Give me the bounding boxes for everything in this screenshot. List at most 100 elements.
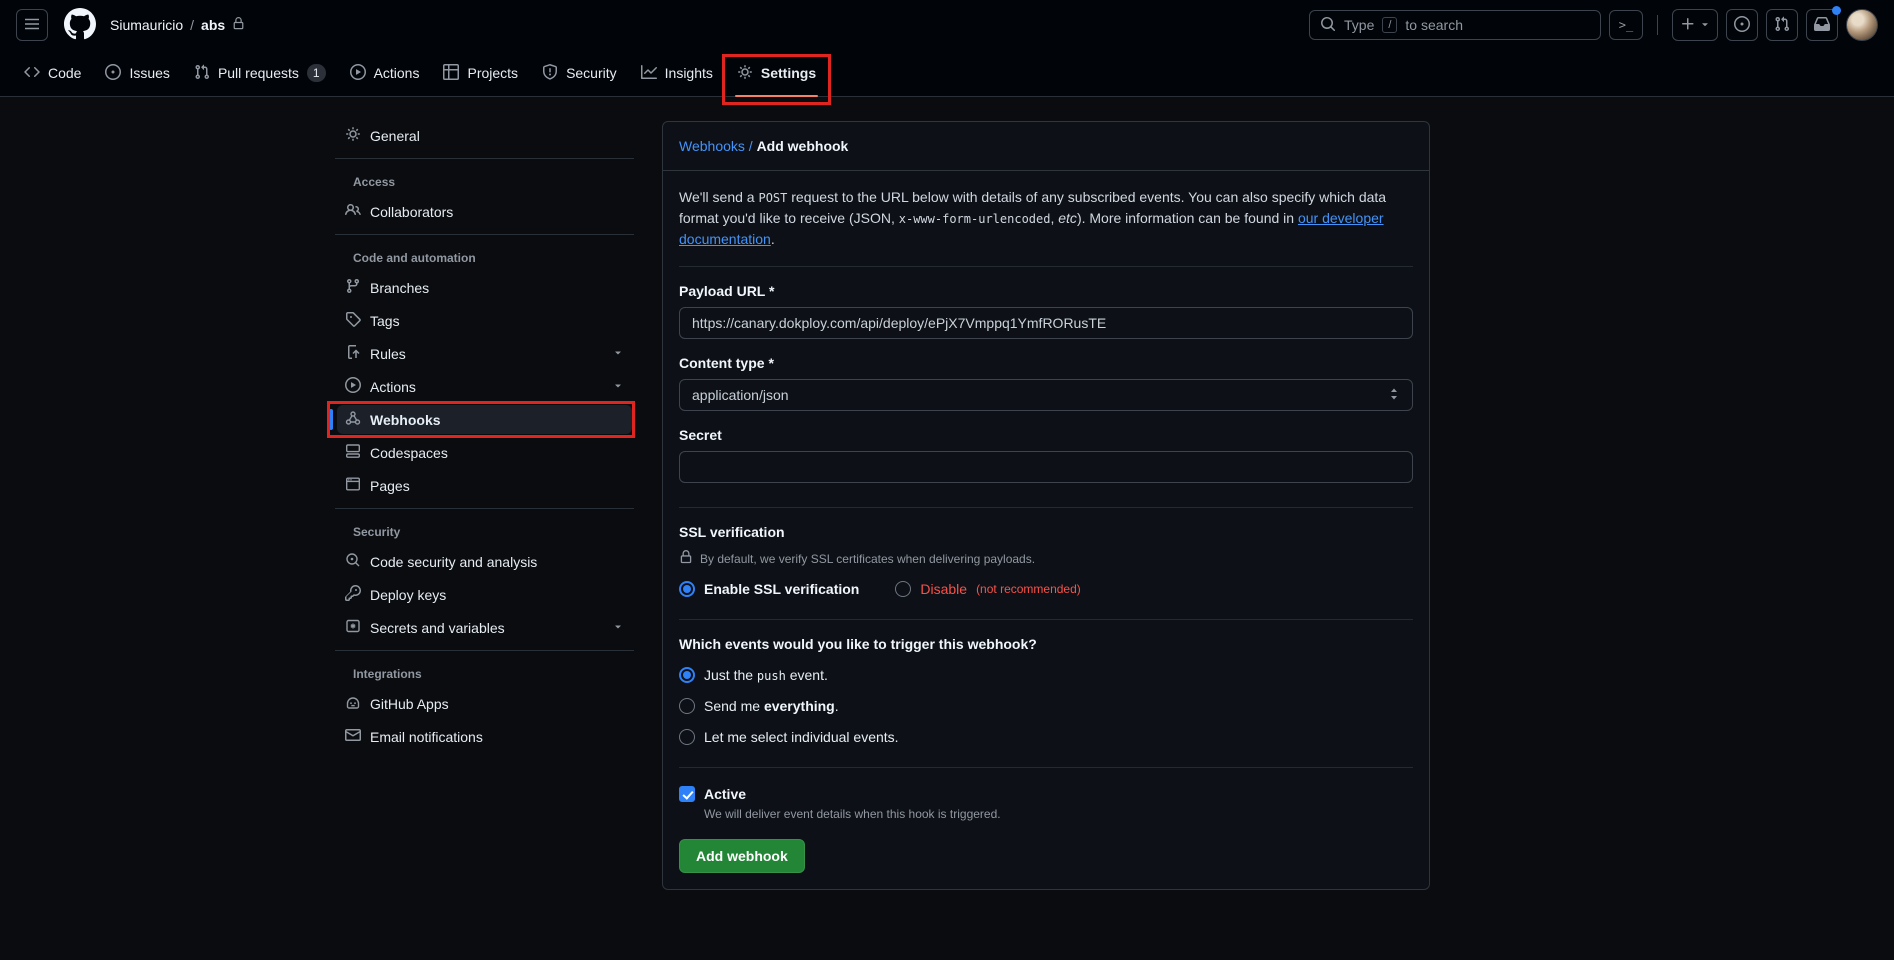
form-divider [679, 507, 1413, 508]
payload-url-label: Payload URL * [679, 283, 1413, 299]
codespaces-icon [345, 443, 361, 462]
breadcrumb-owner-link[interactable]: Siumauricio [110, 17, 183, 33]
sidebar-item-label: Branches [370, 280, 429, 296]
topbar-divider [1657, 15, 1658, 35]
hamburger-button[interactable] [16, 9, 48, 41]
search-placeholder-post: to search [1405, 17, 1463, 33]
sidebar-item-label: Rules [370, 346, 406, 362]
sidebar-item-email-notifications[interactable]: Email notifications [337, 722, 632, 751]
ssl-disable-label: Disable [920, 581, 967, 597]
avatar[interactable] [1846, 9, 1878, 41]
play-circle-icon [345, 377, 361, 396]
tab-label: Issues [129, 65, 169, 81]
gear-icon [345, 126, 361, 145]
tab-security[interactable]: Security [534, 50, 625, 96]
sidebar-item-webhooks[interactable]: Webhooks [337, 405, 632, 434]
tab-actions[interactable]: Actions [342, 50, 428, 96]
webhook-icon [345, 410, 361, 429]
tab-label: Actions [374, 65, 420, 81]
ssl-disable-radio[interactable] [895, 581, 911, 597]
ssl-note: By default, we verify SSL certificates w… [679, 550, 1413, 567]
sidebar-item-codespaces[interactable]: Codespaces [337, 438, 632, 467]
command-palette-button[interactable]: >_ [1609, 10, 1643, 40]
content-type-select[interactable]: application/json [679, 379, 1413, 411]
event-push-radio[interactable] [679, 667, 695, 683]
active-checkbox[interactable] [679, 786, 695, 802]
tab-issues[interactable]: Issues [97, 50, 177, 96]
slash-key-hint: / [1382, 17, 1397, 33]
intro-text: ). More information can be found in [1077, 210, 1298, 226]
mail-icon [345, 727, 361, 746]
secret-input[interactable] [679, 451, 1413, 483]
terminal-icon: >_ [1619, 18, 1633, 32]
add-webhook-form: We'll send a POST request to the URL bel… [663, 187, 1429, 889]
form-divider [679, 767, 1413, 768]
event-push-post: event. [786, 667, 828, 683]
intro-code-urlencoded: x-www-form-urlencoded [899, 212, 1051, 226]
sidebar-item-github-apps[interactable]: GitHub Apps [337, 689, 632, 718]
payload-url-input[interactable] [679, 307, 1413, 339]
form-divider [679, 266, 1413, 267]
github-logo-link[interactable] [64, 8, 96, 43]
sidebar-item-code-security[interactable]: Code security and analysis [337, 547, 632, 576]
square-asterisk-icon [345, 618, 361, 637]
tab-settings[interactable]: Settings [729, 50, 824, 96]
tab-code[interactable]: Code [16, 50, 89, 96]
ssl-options: Enable SSL verification Disable (not rec… [679, 581, 1413, 597]
sidebar-divider [335, 508, 634, 509]
ssl-enable-radio[interactable] [679, 581, 695, 597]
sidebar-item-rules[interactable]: Rules [337, 339, 632, 368]
event-everything-radio[interactable] [679, 698, 695, 714]
breadcrumb-repo-link[interactable]: abs [201, 17, 225, 33]
sidebar-item-actions[interactable]: Actions [337, 372, 632, 401]
settings-sidebar: General Access Collaborators Code and au… [329, 121, 640, 755]
pull-requests-dashboard-button[interactable] [1766, 9, 1798, 41]
sidebar-item-label: Email notifications [370, 729, 483, 745]
sidebar-item-tags[interactable]: Tags [337, 306, 632, 335]
breadcrumb: Siumauricio / abs [110, 17, 245, 33]
event-option-everything: Send me everything. [679, 698, 1413, 714]
tab-label: Pull requests [218, 65, 299, 81]
active-note: We will deliver event details when this … [704, 807, 1413, 821]
event-individual-radio[interactable] [679, 729, 695, 745]
chevron-down-icon [612, 379, 624, 395]
sidebar-item-collaborators[interactable]: Collaborators [337, 197, 632, 226]
sidebar-item-secrets-variables[interactable]: Secrets and variables [337, 613, 632, 642]
add-webhook-panel: Webhooks / Add webhook We'll send a POST… [662, 121, 1430, 890]
code-icon [24, 64, 40, 83]
content-type-label: Content type * [679, 355, 1413, 371]
chevron-down-icon [612, 346, 624, 362]
webhooks-breadcrumb-link[interactable]: Webhooks / [679, 138, 753, 154]
active-label: Active [704, 786, 746, 802]
sidebar-item-pages[interactable]: Pages [337, 471, 632, 500]
tab-label: Code [48, 65, 81, 81]
intro-code-post: POST [758, 191, 787, 205]
key-icon [345, 585, 361, 604]
sidebar-item-deploy-keys[interactable]: Deploy keys [337, 580, 632, 609]
tab-insights[interactable]: Insights [633, 50, 721, 96]
settings-content: General Access Collaborators Code and au… [0, 97, 1894, 890]
event-option-push: Just the push event. [679, 667, 1413, 683]
tab-pull-requests[interactable]: Pull requests 1 [186, 50, 334, 96]
inbox-icon [1814, 16, 1830, 35]
issues-dashboard-button[interactable] [1726, 9, 1758, 41]
add-webhook-button[interactable]: Add webhook [679, 839, 805, 873]
sidebar-item-label: Secrets and variables [370, 620, 505, 636]
intro-text: . [771, 231, 775, 247]
sidebar-section-code-automation: Code and automation [329, 251, 640, 265]
pull-requests-count-badge: 1 [307, 64, 326, 82]
hamburger-icon [24, 16, 40, 35]
chevron-down-icon [1699, 17, 1711, 33]
sidebar-item-branches[interactable]: Branches [337, 273, 632, 302]
graph-icon [641, 64, 657, 83]
sidebar-item-general[interactable]: General [337, 121, 632, 150]
ssl-disable-option: Disable (not recommended) [895, 581, 1080, 597]
plus-icon [1680, 16, 1696, 35]
tab-projects[interactable]: Projects [435, 50, 526, 96]
notifications-inbox-button[interactable] [1806, 9, 1838, 41]
panel-breadcrumb: Webhooks / Add webhook [663, 122, 1429, 171]
create-new-button[interactable] [1672, 9, 1718, 41]
search-input[interactable]: Type / to search [1309, 10, 1601, 40]
events-heading: Which events would you like to trigger t… [679, 636, 1413, 652]
git-pull-request-icon [1774, 16, 1790, 35]
